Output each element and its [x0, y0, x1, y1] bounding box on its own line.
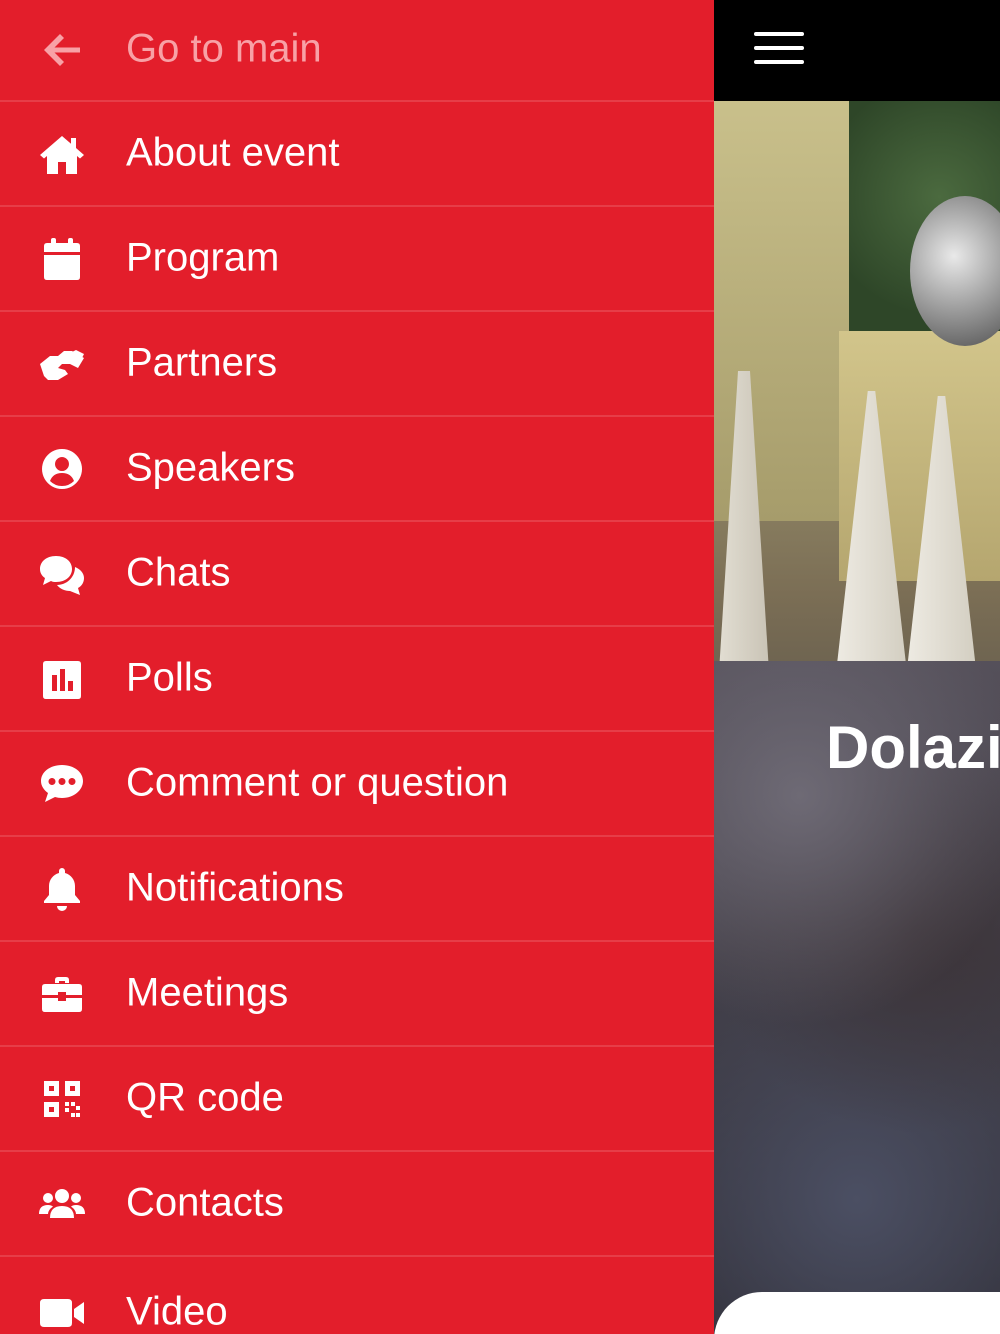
menu-item-qr-code[interactable]: QR code: [0, 1047, 714, 1152]
menu-item-label: Video: [126, 1289, 228, 1334]
menu-item-label: Speakers: [126, 445, 295, 490]
menu-item-label: Polls: [126, 655, 213, 700]
qr-code-icon: [36, 1073, 88, 1125]
hero-image: Dolazi: [714, 101, 1000, 1334]
menu-item-about-event[interactable]: About event: [0, 102, 714, 207]
briefcase-icon: [36, 968, 88, 1020]
menu-item-label: Chats: [126, 550, 231, 595]
hamburger-menu-icon[interactable]: [754, 32, 804, 64]
main-content: Dolazi: [714, 0, 1000, 1334]
menu-item-label: About event: [126, 130, 340, 175]
menu-item-polls[interactable]: Polls: [0, 627, 714, 732]
hero-title: Dolazi: [826, 714, 1000, 781]
menu-item-label: Notifications: [126, 865, 344, 910]
menu-item-program[interactable]: Program: [0, 207, 714, 312]
calendar-icon: [36, 233, 88, 285]
side-drawer: Go to main About event Program Partners …: [0, 0, 714, 1334]
poll-chart-icon: [36, 653, 88, 705]
menu-item-speakers[interactable]: Speakers: [0, 417, 714, 522]
menu-item-comment-or-question[interactable]: Comment or question: [0, 732, 714, 837]
menu-item-meetings[interactable]: Meetings: [0, 942, 714, 1047]
menu-item-partners[interactable]: Partners: [0, 312, 714, 417]
menu-item-label: Program: [126, 235, 280, 280]
arrow-left-icon: [36, 24, 88, 76]
go-to-main-button[interactable]: Go to main: [0, 0, 714, 102]
users-icon: [36, 1178, 88, 1230]
menu-item-chats[interactable]: Chats: [0, 522, 714, 627]
menu-item-label: Meetings: [126, 970, 289, 1015]
handshake-icon: [36, 338, 88, 390]
go-to-main-label: Go to main: [126, 26, 322, 71]
video-camera-icon: [36, 1287, 88, 1334]
menu-item-contacts[interactable]: Contacts: [0, 1152, 714, 1257]
menu-item-video[interactable]: Video: [0, 1257, 714, 1334]
bottom-card: [714, 1292, 1000, 1334]
menu-item-label: Comment or question: [126, 760, 509, 805]
chat-bubbles-icon: [36, 548, 88, 600]
comment-dots-icon: [36, 758, 88, 810]
menu-item-label: Contacts: [126, 1180, 284, 1225]
menu-item-label: Partners: [126, 340, 278, 385]
bell-icon: [36, 863, 88, 915]
menu-item-label: QR code: [126, 1075, 284, 1120]
home-icon: [36, 128, 88, 180]
menu-item-notifications[interactable]: Notifications: [0, 837, 714, 942]
top-bar: [714, 0, 1000, 101]
user-circle-icon: [36, 443, 88, 495]
